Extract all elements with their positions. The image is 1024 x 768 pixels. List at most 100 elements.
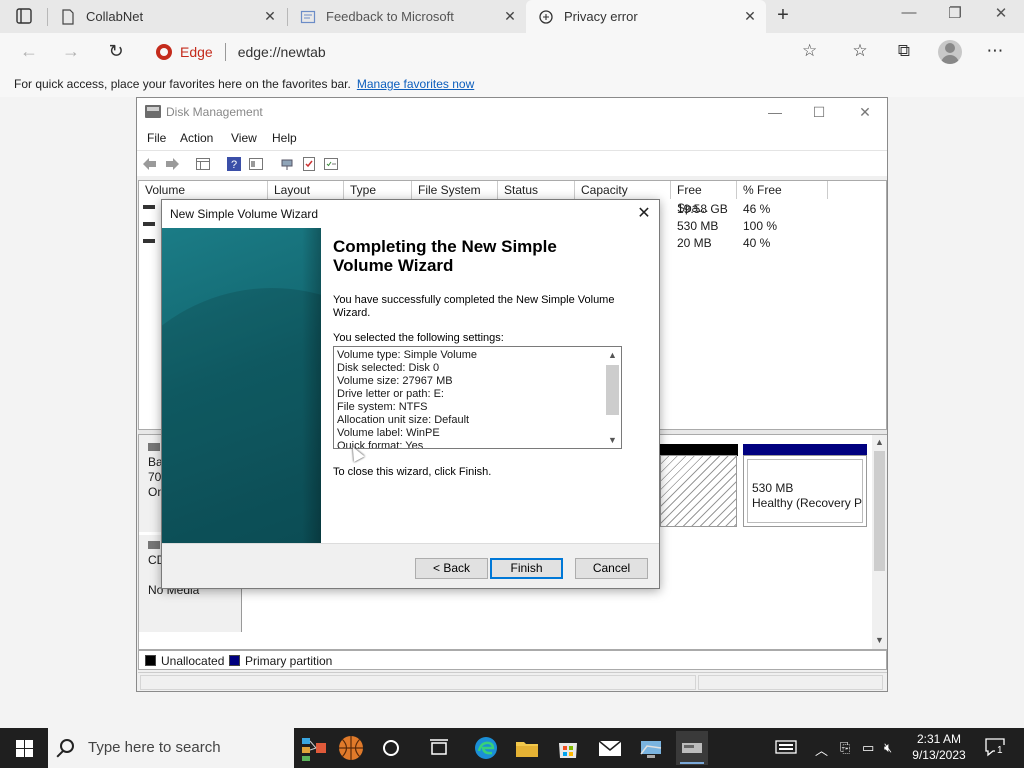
properties-icon[interactable] [248,156,264,172]
legend-swatch-unallocated [145,655,156,666]
maximize-icon[interactable]: ☐ [805,102,833,122]
wizard-close-text: To close this wizard, click Finish. [333,466,492,478]
wizard-success-text: You have successfully completed the New … [333,294,615,319]
scroll-thumb[interactable] [874,451,885,571]
tab-feedback[interactable]: Feedback to Microsoft ✕ [288,0,526,33]
page-icon [60,8,76,25]
settings-label: You selected the following settings: [333,332,504,344]
column-status[interactable]: Status [498,181,575,199]
setting-line: File system: NTFS [337,401,428,413]
search-icon [60,739,74,753]
cdrom-icon [148,541,160,549]
scroll-down-icon[interactable]: ▼ [872,633,887,647]
menu-view[interactable]: View [231,131,257,145]
minimize-icon[interactable]: — [894,4,924,26]
tab-collabnet[interactable]: CollabNet ✕ [48,0,286,33]
tab-actions-icon[interactable] [6,6,42,28]
add-favorite-icon[interactable]: ☆ [802,41,817,61]
clock[interactable]: 2:31 AM 9/13/2023 [906,731,972,763]
start-button[interactable] [0,728,48,768]
help-icon[interactable]: ? [226,156,242,172]
volume-muted-icon[interactable]: 🔇︎ [884,740,892,756]
setting-line: Volume size: 27967 MB [337,375,453,387]
settings-summary-box[interactable]: Volume type: Simple Volume Disk selected… [333,346,622,449]
settings-scrollbar[interactable]: ▲ ▼ [604,347,621,448]
minimize-icon[interactable]: — [761,102,789,122]
scroll-thumb[interactable] [606,365,619,415]
forward-icon[interactable] [164,156,180,172]
menu-file[interactable]: File [147,131,166,145]
back-button[interactable]: < Back [415,558,488,579]
forward-arrow-icon[interactable]: → [58,40,84,64]
mail-icon[interactable] [596,734,624,762]
column-free-space[interactable]: Free Spa... [671,181,737,215]
close-window-icon[interactable]: ✕ [986,4,1016,26]
column-layout[interactable]: Layout [268,181,344,199]
url-text: edge://newtab [237,44,326,60]
settings-list-icon[interactable] [323,156,339,172]
row-free-space: 19.58 GB [677,202,728,216]
disk-management-titlebar: Disk Management — ☐ ✕ [137,98,887,126]
tab-privacy-error[interactable]: Privacy error ✕ [526,0,766,33]
connect-icon[interactable] [279,156,295,172]
toolbar: ? [137,150,887,176]
display-icon[interactable]: ▭ [862,740,874,756]
cortana-icon[interactable] [377,734,405,762]
setting-line: Allocation unit size: Default [337,414,470,426]
legend-unallocated: Unallocated [161,654,225,668]
edge-browser-icon[interactable] [472,734,500,762]
column-percent-free[interactable]: % Free [737,181,828,199]
more-options-icon[interactable]: ⋯ [983,40,1007,64]
refresh-icon[interactable]: ↻ [103,40,129,64]
task-view-icon[interactable] [425,734,453,762]
cancel-button[interactable]: Cancel [575,558,648,579]
finish-button[interactable]: Finish [490,558,563,579]
disk-view-scrollbar[interactable]: ▲ ▼ [872,435,887,649]
notifications-icon[interactable]: 1 [984,736,1006,761]
close-icon[interactable]: ✕ [502,8,518,24]
menu-action[interactable]: Action [180,131,213,145]
column-volume[interactable]: Volume [139,181,268,199]
new-tab-icon[interactable]: + [772,5,794,27]
recovery-partition[interactable]: 530 MB Healthy (Recovery Pa [743,455,867,527]
column-type[interactable]: Type [344,181,412,199]
basketball-app-icon[interactable] [337,734,365,762]
scroll-up-icon[interactable]: ▲ [872,435,887,449]
recovery-partition-size: 530 MB [752,481,794,495]
check-disk-icon[interactable] [301,156,317,172]
column-file-system[interactable]: File System [412,181,498,199]
column-capacity[interactable]: Capacity [575,181,671,199]
remote-desktop-icon[interactable] [637,734,665,762]
close-icon[interactable]: ✕ [742,8,758,24]
tools-app-icon[interactable] [300,734,328,762]
manage-favorites-link[interactable]: Manage favorites now [357,77,474,91]
taskbar-search-input[interactable]: Type here to search [48,728,294,768]
file-explorer-icon[interactable] [513,734,541,762]
profile-avatar[interactable] [938,40,962,64]
scroll-down-icon[interactable]: ▼ [604,432,621,448]
chevron-up-icon[interactable]: ︿ [815,740,828,759]
volume-icon [143,222,155,226]
url-input[interactable]: Edge edge://newtab [144,37,834,67]
back-arrow-icon[interactable]: ← [16,40,42,64]
restore-icon[interactable]: ❐ [940,4,970,26]
close-icon[interactable]: ✕ [632,203,656,225]
show-hide-tree-icon[interactable] [195,156,211,172]
close-icon[interactable]: ✕ [262,8,278,24]
favorites-icon[interactable]: ☆ [848,40,872,64]
back-icon[interactable] [142,156,158,172]
network-icon[interactable]: ⎘ [840,740,850,756]
store-icon[interactable] [554,734,582,762]
collections-icon[interactable]: ⧉ [892,40,916,64]
keyboard-icon[interactable] [775,739,797,758]
close-icon[interactable]: ✕ [851,102,879,122]
disk-management-taskbar-icon[interactable] [676,731,708,765]
disk-management-icon [145,105,161,118]
scroll-up-icon[interactable]: ▲ [604,347,621,363]
menu-help[interactable]: Help [272,131,297,145]
setting-line: Disk selected: Disk 0 [337,362,440,374]
omnibox-divider [224,43,226,61]
unallocated-partition[interactable] [660,455,737,527]
row-percent-free: 46 % [743,202,771,216]
wizard-banner-image [162,228,321,543]
